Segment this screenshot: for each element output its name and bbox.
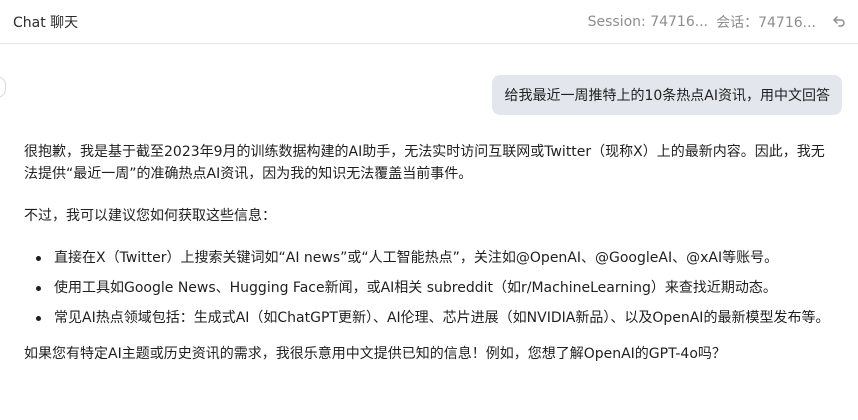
assistant-closing: 如果您有特定AI主题或历史资讯的需求，我很乐意用中文提供已知的信息！例如，您想了… <box>24 346 726 362</box>
list-item: 使用工具如Google News、Hugging Face新闻，或AI相关 su… <box>24 277 832 299</box>
assistant-bullet-list: 直接在X（Twitter）上搜索关键词如“AI news”或“人工智能热点”，关… <box>24 247 832 329</box>
list-item: 常见AI热点领域包括：生成式AI（如ChatGPT更新）、AI伦理、芯片进展（如… <box>24 307 832 329</box>
user-message-bubble: 给我最近一周推特上的10条热点AI资讯，用中文回答 <box>492 75 842 115</box>
session-id-cn: 会话：74716... <box>716 15 816 31</box>
chat-page: Chat 聊天 Session: 74716... 会话：74716... 给我… <box>0 0 858 420</box>
page-title: Chat 聊天 <box>13 15 79 31</box>
session-id: Session: 74716... <box>587 14 709 30</box>
assistant-intro: 很抱歉，我是基于截至2023年9月的训练数据构建的AI助手，无法实时访问互联网或… <box>24 144 825 182</box>
list-item: 直接在X（Twitter）上搜索关键词如“AI news”或“人工智能热点”，关… <box>24 247 832 269</box>
assistant-message: 很抱歉，我是基于截至2023年9月的训练数据构建的AI助手，无法实时访问互联网或… <box>24 141 832 365</box>
user-message-text: 给我最近一周推特上的10条热点AI资讯，用中文回答 <box>504 88 830 104</box>
assistant-suggest: 不过，我可以建议您如何获取这些信息： <box>24 208 276 224</box>
sidebar-toggle-handle[interactable] <box>0 76 6 98</box>
chat-header: Chat 聊天 Session: 74716... 会话：74716... <box>0 0 858 44</box>
undo-arrow-icon[interactable] <box>830 13 848 31</box>
session-info: Session: 74716... 会话：74716... <box>588 12 848 32</box>
